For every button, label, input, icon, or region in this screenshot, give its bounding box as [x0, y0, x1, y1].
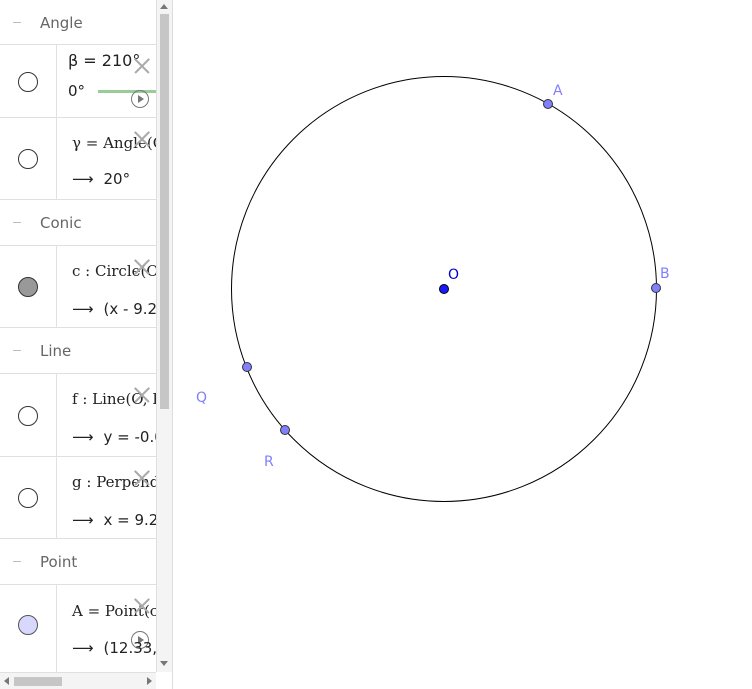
point-B[interactable] [651, 283, 661, 293]
item-value: ⟶ 20° [72, 170, 130, 188]
algebra-item-g[interactable]: g : Perpendic ⟶x = 9.2 [0, 456, 156, 539]
arrow-icon: ⟶ [72, 170, 94, 188]
delete-icon[interactable] [133, 130, 151, 148]
value-text: x = 9.2 [103, 511, 156, 529]
point-label-B: B [660, 266, 670, 282]
algebra-item-f[interactable]: f : Line(O, B ⟶y = -0.0 [0, 373, 156, 457]
group-header-angle[interactable]: Angle [0, 0, 156, 46]
arrow-icon: ⟶ [72, 511, 94, 529]
collapse-icon[interactable] [10, 344, 24, 358]
slider-track[interactable] [98, 90, 156, 93]
delete-icon[interactable] [133, 258, 151, 276]
item-value: ⟶ x = 9.2 [72, 511, 156, 529]
arrow-icon: ⟶ [72, 639, 94, 657]
vertical-scrollbar[interactable] [156, 0, 172, 672]
arrow-icon: ⟶ [72, 428, 94, 446]
visibility-cell [0, 45, 57, 118]
item-value: ⟶ y = -0.0 [72, 428, 156, 446]
point-O[interactable] [439, 284, 449, 294]
value-text: 20° [103, 170, 131, 188]
algebra-item-c[interactable]: c : Circle(O ⟶ (x - 9.2 [0, 245, 156, 328]
scroll-up-icon[interactable] [160, 4, 168, 9]
value-text: (x - 9.2 [103, 300, 156, 318]
collapse-icon[interactable] [10, 216, 24, 230]
algebra-item-beta[interactable]: β = 210° 0° [0, 44, 156, 118]
collapse-icon[interactable] [10, 555, 24, 569]
scroll-thumb[interactable] [14, 677, 62, 686]
item-value: ⟶ (12.33, [72, 639, 156, 657]
delete-icon[interactable] [133, 57, 151, 75]
visibility-toggle[interactable] [18, 71, 38, 92]
group-title: Point [40, 553, 78, 571]
point-label-O: O [448, 267, 459, 283]
group-title: Conic [40, 214, 82, 232]
algebra-item-A[interactable]: A = Point(c ⟶ (12.33, [0, 584, 156, 672]
visibility-toggle[interactable] [18, 615, 38, 635]
slider-min-label: 0° [68, 82, 86, 100]
point-label-A: A [553, 83, 563, 99]
algebra-list: Angle β = 210° 0° γ = Angle(O ⟶ 20° Conic… [0, 0, 156, 672]
group-header-line[interactable]: Line [0, 327, 156, 374]
group-title: Angle [40, 14, 83, 32]
arrow-icon: ⟶ [72, 300, 94, 318]
group-header-conic[interactable]: Conic [0, 199, 156, 246]
item-definition[interactable]: β = 210° [68, 51, 140, 70]
visibility-cell [0, 118, 57, 200]
collapse-icon[interactable] [10, 16, 24, 30]
value-text: y = -0.0 [103, 428, 156, 446]
value-text: (12.33, [103, 639, 156, 657]
point-A[interactable] [543, 99, 553, 109]
algebra-view: Angle β = 210° 0° γ = Angle(O ⟶ 20° Conic… [0, 0, 172, 689]
scroll-down-icon[interactable] [160, 661, 168, 666]
point-Q[interactable] [242, 362, 252, 372]
delete-icon[interactable] [133, 597, 151, 615]
scroll-right-icon[interactable] [147, 677, 152, 685]
graphics-view[interactable]: A B O Q R [178, 0, 752, 689]
horizontal-scrollbar[interactable] [0, 672, 156, 689]
point-R[interactable] [280, 425, 290, 435]
visibility-toggle[interactable] [18, 405, 38, 426]
group-header-point[interactable]: Point [0, 538, 156, 585]
play-icon[interactable] [131, 90, 149, 108]
point-label-R: R [264, 454, 274, 470]
visibility-toggle[interactable] [18, 149, 38, 169]
item-value: ⟶ (x - 9.2 [72, 300, 156, 318]
point-label-Q: Q [196, 390, 207, 406]
group-title: Line [40, 342, 72, 360]
algebra-item-gamma[interactable]: γ = Angle(O ⟶ 20° [0, 117, 156, 200]
visibility-toggle[interactable] [18, 488, 38, 508]
visibility-cell [0, 585, 57, 672]
visibility-cell [0, 374, 57, 457]
visibility-cell [0, 246, 57, 328]
scroll-thumb[interactable] [160, 14, 169, 409]
delete-icon[interactable] [133, 386, 151, 404]
scroll-left-icon[interactable] [4, 677, 9, 685]
visibility-cell [0, 457, 57, 539]
delete-icon[interactable] [133, 469, 151, 487]
visibility-toggle[interactable] [18, 277, 38, 297]
